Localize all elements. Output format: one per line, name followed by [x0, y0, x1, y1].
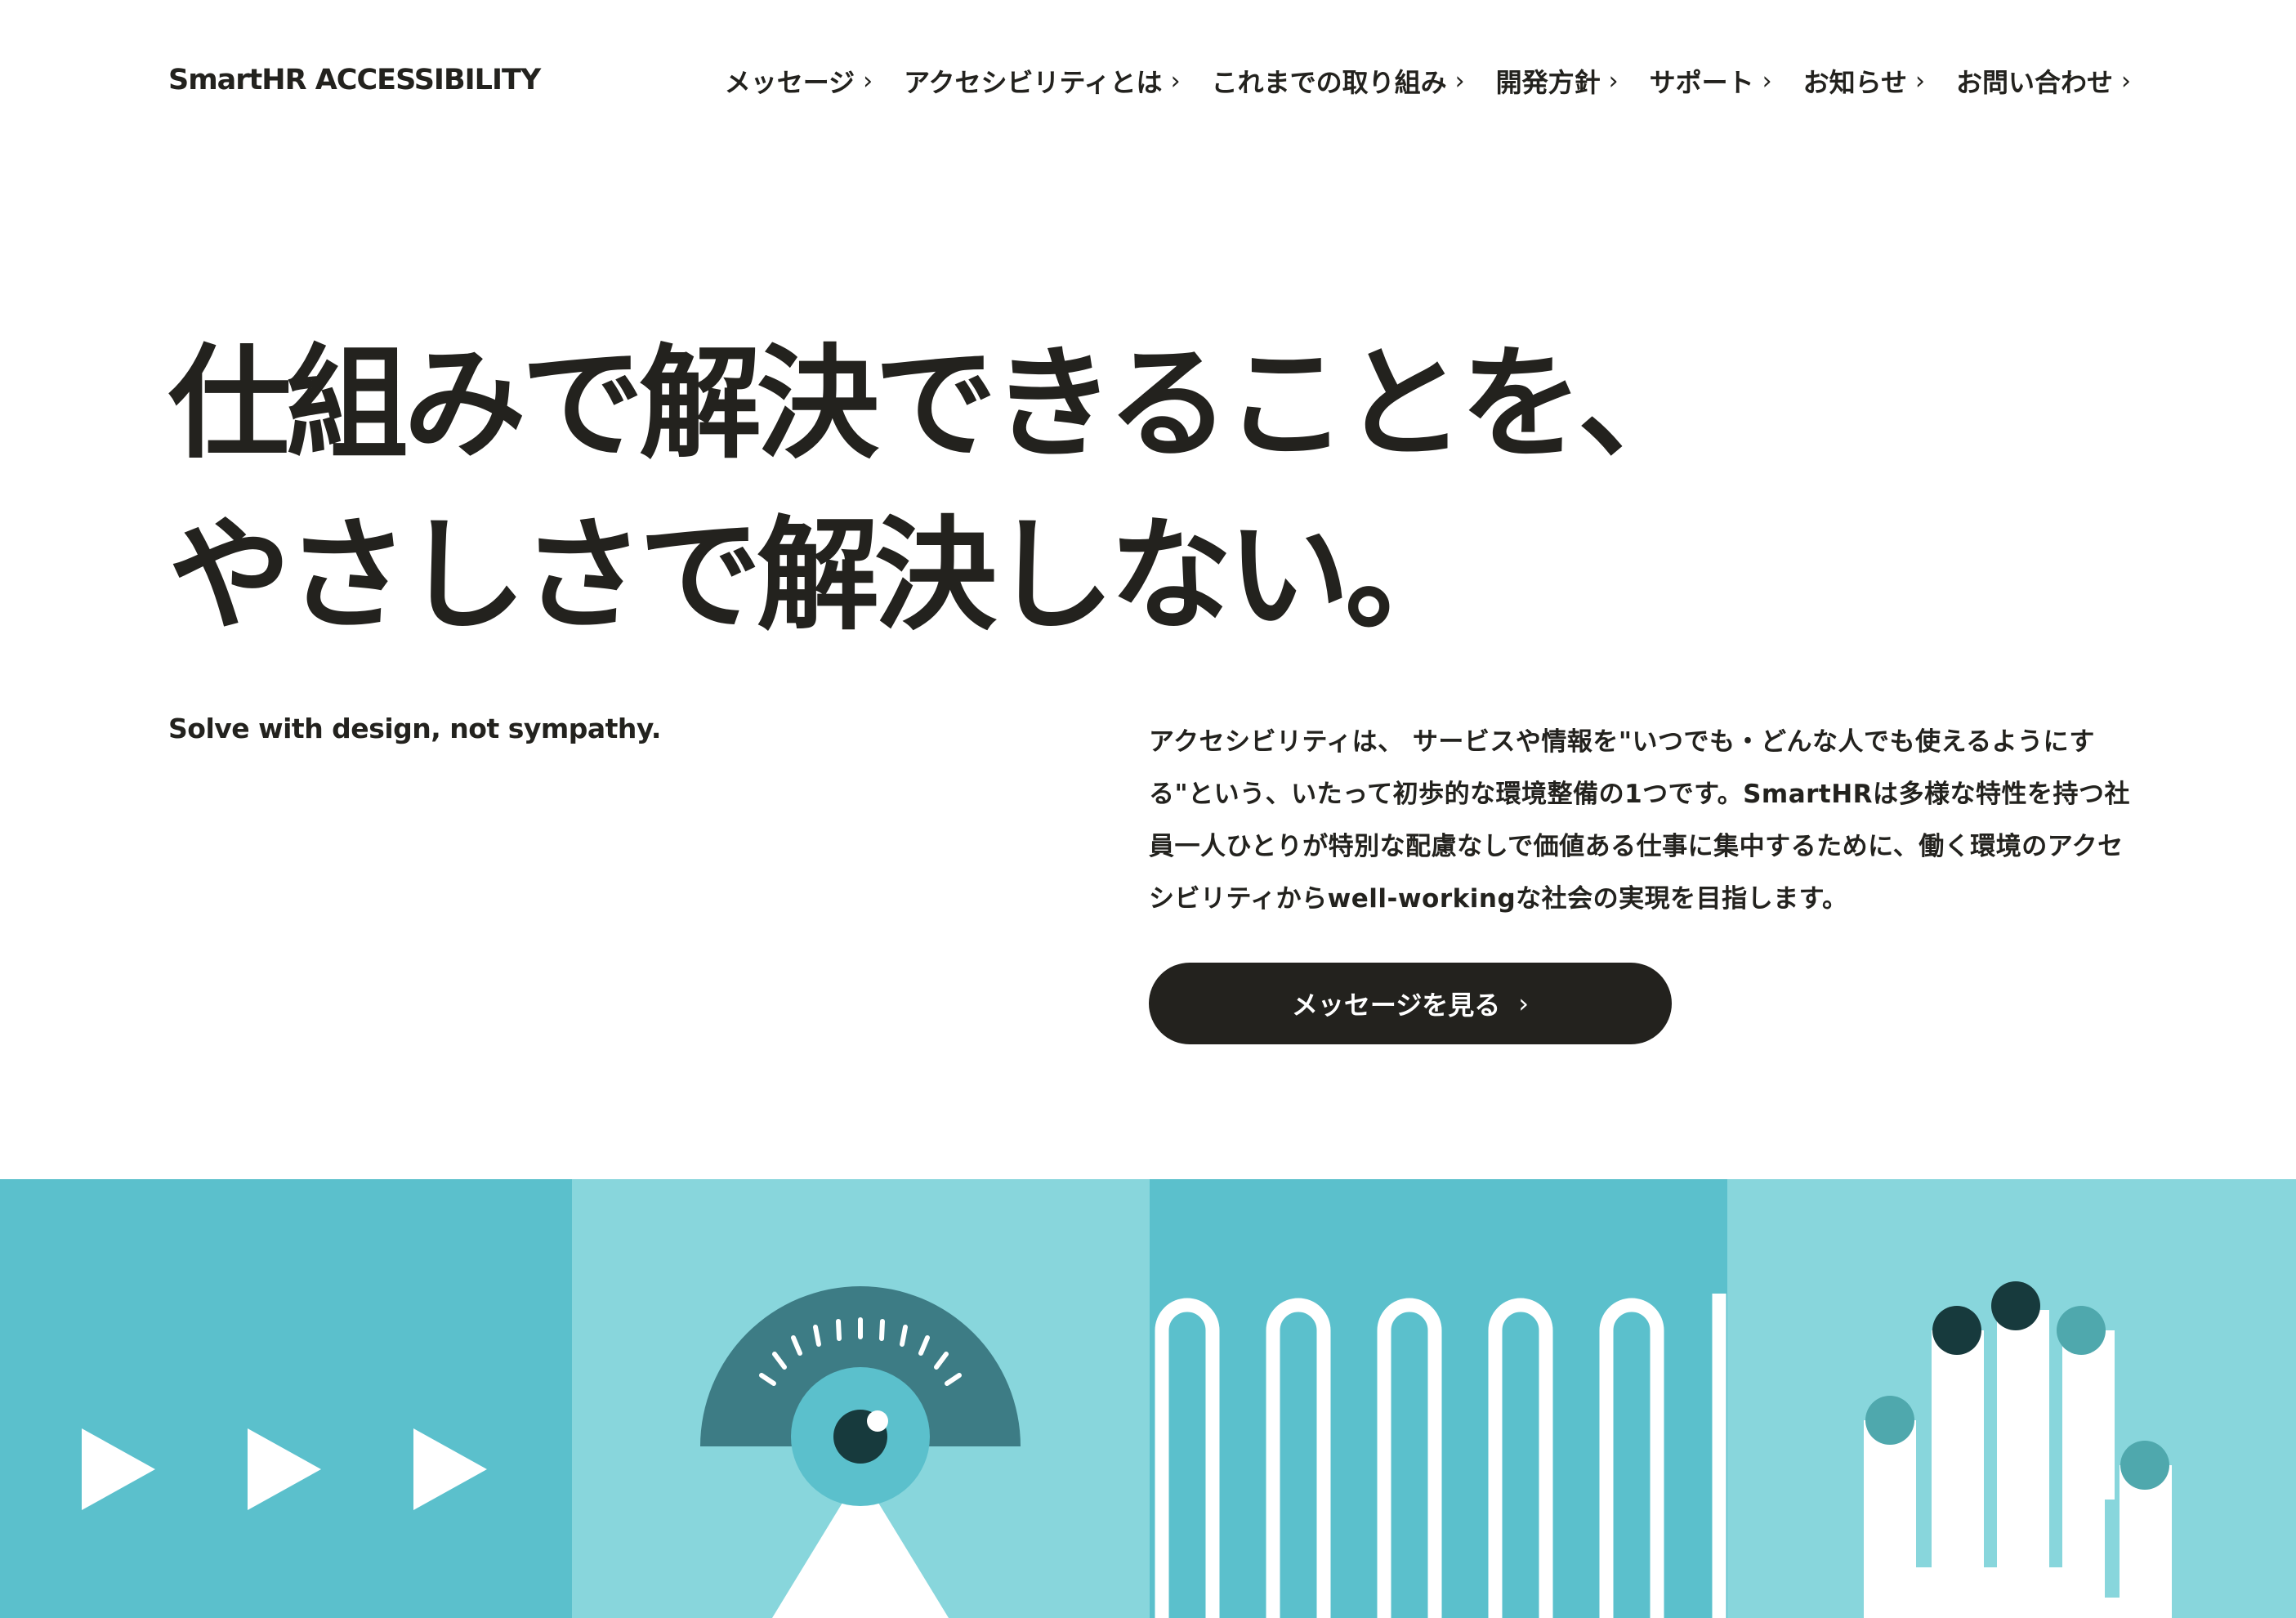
nav-item-policy[interactable]: 開発方針 › — [1496, 62, 1619, 100]
site-header: SmartHR ACCESSIBILITY メッセージ › アクセシビリティとは ›… — [0, 0, 2296, 163]
illustration-panel-waveform — [1150, 1179, 1727, 1618]
fingertip — [1865, 1396, 1914, 1445]
nav-label: これまでの取り組み — [1211, 67, 1447, 98]
view-message-button[interactable]: メッセージを見る › — [1149, 963, 1672, 1044]
eye-icon — [700, 1286, 1021, 1618]
fingertip — [1991, 1281, 2040, 1330]
play-triangle — [248, 1428, 321, 1510]
hero-headline: 仕組みで解決できることを、 やさしさで解決しない。 — [168, 319, 1700, 662]
nav-item-news[interactable]: お知らせ › — [1803, 62, 1925, 100]
illustration-panel-eye — [572, 1179, 1150, 1618]
cta-label: メッセージを見る — [1291, 990, 1501, 1021]
fingertip — [2120, 1441, 2169, 1490]
illustration-panel-hand — [1727, 1179, 2296, 1618]
chevron-right-icon: › — [863, 66, 873, 96]
hand-icon — [1864, 1281, 2172, 1618]
eye-highlight — [867, 1410, 888, 1432]
waveform-icon — [1155, 1294, 1726, 1618]
nav-label: アクセシビリティとは — [904, 67, 1163, 98]
hero-subtitle: Solve with design, not sympathy. — [168, 713, 661, 744]
nav-item-message[interactable]: メッセージ › — [725, 62, 873, 100]
wave-arches — [1155, 1294, 1726, 1618]
nav-item-contact[interactable]: お問い合わせ › — [1956, 62, 2131, 100]
nav-label: サポート — [1649, 67, 1754, 98]
fingertip — [1932, 1306, 1981, 1355]
chevron-right-icon: › — [1762, 66, 1772, 96]
main-nav: メッセージ › アクセシビリティとは › これまでの取り組み › 開発方針 › サポート… — [694, 62, 2131, 100]
chevron-right-icon: › — [1454, 66, 1465, 96]
nav-label: お問い合わせ — [1955, 67, 2113, 98]
fingertip — [2057, 1306, 2106, 1355]
nav-label: メッセージ — [724, 67, 855, 98]
play-triangles-icon — [82, 1428, 487, 1510]
illustration-panels — [0, 1179, 2296, 1618]
nav-label: お知らせ — [1802, 67, 1907, 98]
chevron-right-icon: › — [1518, 988, 1530, 1019]
illustration-panel-play — [0, 1179, 572, 1618]
headline-line-2: やさしさで解決しない。 — [168, 505, 1467, 647]
hero-intro-text: アクセシビリティは、 サービスや情報を"いつでも・どんな人でも使えるようにする"… — [1149, 727, 2131, 914]
chevron-right-icon: › — [2121, 66, 2131, 96]
nav-item-about-accessibility[interactable]: アクセシビリティとは › — [904, 62, 1180, 100]
play-triangle — [82, 1428, 155, 1510]
nav-item-initiatives[interactable]: これまでの取り組み › — [1212, 62, 1465, 100]
play-triangle — [413, 1428, 487, 1510]
site-logo[interactable]: SmartHR ACCESSIBILITY — [168, 64, 541, 96]
headline-line-1: 仕組みで解決できることを、 — [168, 333, 1700, 476]
nav-item-support[interactable]: サポート › — [1650, 62, 1772, 100]
hand-palm — [1864, 1567, 2172, 1618]
chevron-right-icon: › — [1914, 66, 1925, 96]
nav-label: 開発方針 — [1495, 67, 1601, 98]
chevron-right-icon: › — [1608, 66, 1619, 96]
chevron-right-icon: › — [1170, 66, 1181, 96]
